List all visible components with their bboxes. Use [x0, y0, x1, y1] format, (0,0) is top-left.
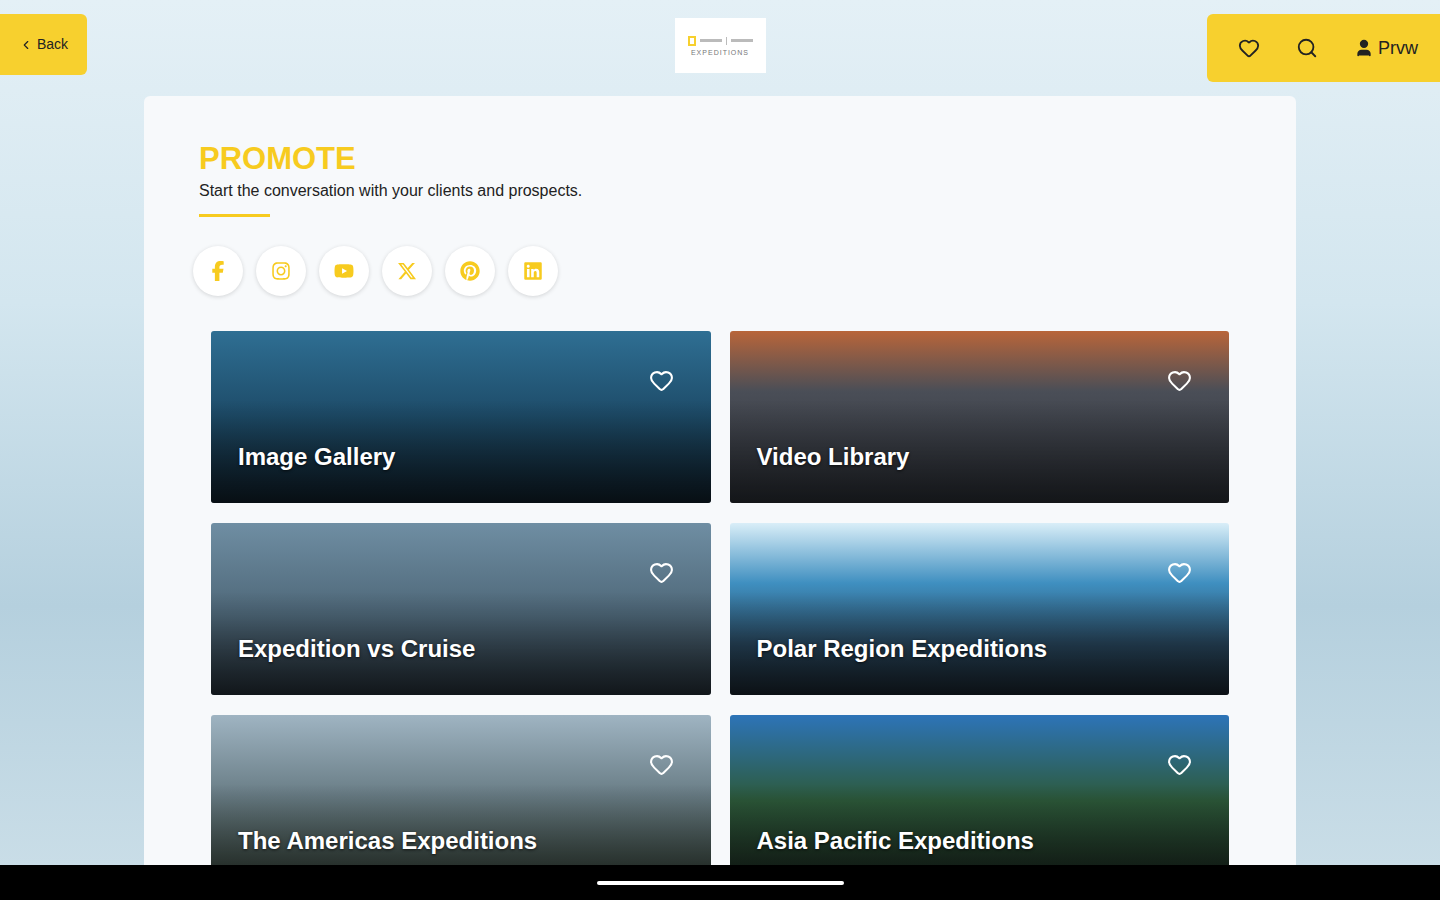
social-button[interactable] [319, 246, 369, 296]
social-button[interactable] [445, 246, 495, 296]
section-title: PROMOTE [199, 140, 1241, 178]
card-title: Polar Region Expeditions [730, 634, 1230, 695]
promote-panel: PROMOTEStart the conversation with your … [144, 96, 1296, 865]
card-title: Image Gallery [211, 442, 711, 503]
system-nav-bar [0, 865, 1440, 900]
card-title: Video Library [730, 442, 1230, 503]
heart-icon[interactable] [1238, 37, 1260, 59]
linkedin-icon [523, 261, 543, 281]
card-title: Expedition vs Cruise [211, 634, 711, 695]
favorite-icon[interactable] [1167, 752, 1192, 777]
home-indicator[interactable] [597, 881, 844, 885]
app-screen: Back EXPEDITIONS Prvw PROMOTEStart the conv… [0, 0, 1440, 900]
social-button[interactable] [193, 246, 243, 296]
favorite-icon[interactable] [649, 368, 674, 393]
facebook-icon [208, 261, 228, 281]
back-button[interactable]: Back [0, 14, 87, 75]
promo-card[interactable]: Expedition vs Cruise [211, 523, 711, 695]
card-title: Asia Pacific Expeditions [730, 826, 1230, 865]
content-area: Back EXPEDITIONS Prvw PROMOTEStart the conv… [0, 0, 1440, 865]
promo-card[interactable]: Asia Pacific Expeditions [730, 715, 1230, 865]
promo-card[interactable]: The Americas Expeditions [211, 715, 711, 865]
favorite-icon[interactable] [649, 752, 674, 777]
favorite-icon[interactable] [1167, 368, 1192, 393]
favorite-icon[interactable] [649, 560, 674, 585]
instagram-icon [271, 261, 291, 281]
chevron-left-icon [19, 38, 33, 52]
logo[interactable]: EXPEDITIONS [675, 18, 766, 73]
social-button[interactable] [382, 246, 432, 296]
toolbar: Prvw [1207, 14, 1440, 82]
youtube-icon [334, 261, 354, 281]
user-icon [1354, 38, 1374, 58]
social-button[interactable] [508, 246, 558, 296]
search-icon[interactable] [1296, 37, 1318, 59]
card-title: The Americas Expeditions [211, 826, 711, 865]
title-underline [199, 214, 270, 217]
promo-card[interactable]: Video Library [730, 331, 1230, 503]
promo-card[interactable]: Image Gallery [211, 331, 711, 503]
card-grid: Image Gallery Video Library Expedition vs … [211, 331, 1229, 865]
social-links [193, 246, 1241, 296]
social-button[interactable] [256, 246, 306, 296]
section-subtitle: Start the conversation with your clients… [199, 180, 1241, 202]
favorite-icon[interactable] [1167, 560, 1192, 585]
logo-mark-icon [688, 36, 696, 46]
profile-button[interactable]: Prvw [1354, 35, 1418, 62]
pinterest-icon [460, 261, 480, 281]
x-icon [397, 261, 417, 281]
promo-card[interactable]: Polar Region Expeditions [730, 523, 1230, 695]
header: Back EXPEDITIONS Prvw [0, 0, 1440, 96]
